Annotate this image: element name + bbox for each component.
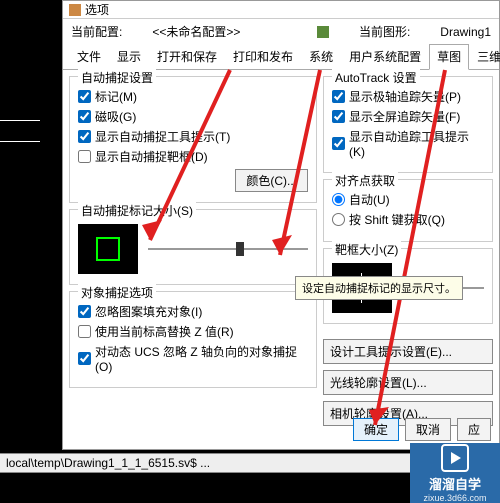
apply-button[interactable]: 应 — [457, 418, 491, 441]
status-text: local\temp\Drawing1_1_1_6515.sv$ ... — [6, 456, 210, 470]
watermark: 溜溜自学 zixue.3d66.com — [410, 443, 500, 503]
group-title: 对象捕捉选项 — [78, 284, 156, 301]
profile-value: <<未命名配置>> — [152, 23, 240, 40]
tooltip: 设定自动捕捉标记的显示尺寸。 — [295, 276, 463, 300]
annotation-arrow — [240, 60, 340, 270]
ruler-marks — [0, 100, 40, 162]
watermark-url: zixue.3d66.com — [423, 493, 486, 503]
tab-3d[interactable]: 三维建模 — [469, 44, 500, 69]
chk-ignore-hatch[interactable]: 忽略图案填充对象(I) — [78, 303, 308, 320]
chk-dyn-ucs[interactable]: 对动态 UCS 忽略 Z 轴负向的对象捕捉(O) — [78, 343, 308, 374]
profile-label: 当前配置: — [71, 23, 122, 40]
group-osnap-options: 对象捕捉选项 忽略图案填充对象(I) 使用当前标高替换 Z 值(R) 对动态 U… — [69, 291, 317, 388]
watermark-name: 溜溜自学 — [429, 474, 481, 493]
drawing-icon — [317, 26, 329, 38]
dialog-title: 选项 — [85, 1, 109, 18]
drawing-label: 当前图形: — [359, 23, 410, 40]
chk-replace-z[interactable]: 使用当前标高替换 Z 值(R) — [78, 323, 308, 340]
annotation-arrow — [355, 60, 455, 440]
tab-file[interactable]: 文件 — [69, 44, 109, 69]
play-icon — [441, 444, 469, 472]
titlebar: 选项 — [63, 1, 499, 19]
drawing-value: Drawing1 — [440, 25, 491, 39]
dialog-icon — [69, 4, 81, 16]
annotation-arrow — [120, 60, 240, 260]
profile-row: 当前配置: <<未命名配置>> 当前图形: Drawing1 — [63, 19, 499, 44]
